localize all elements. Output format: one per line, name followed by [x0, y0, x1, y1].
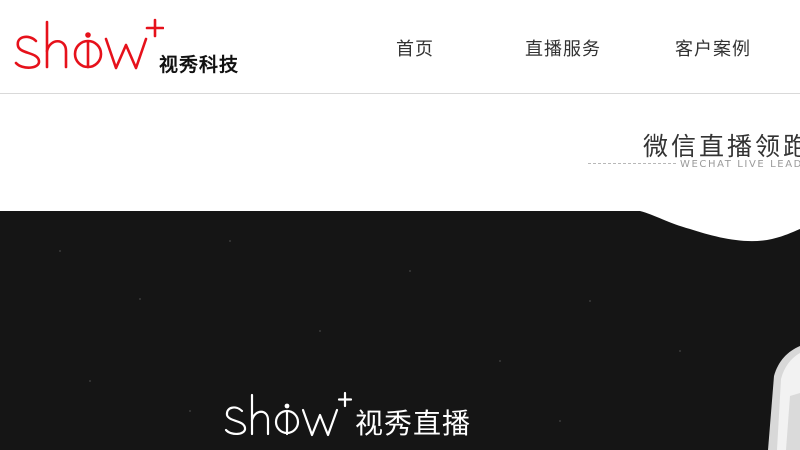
- section-title: 微信直播领跑: [643, 132, 800, 161]
- hero-logo: 视秀直播: [224, 389, 484, 443]
- nav-item-home[interactable]: 首页: [396, 35, 434, 61]
- hero-show-wordmark: [224, 391, 353, 437]
- hero-logo-subtitle: 视秀直播: [355, 407, 472, 440]
- section-divider: [588, 163, 676, 164]
- top-header: 视秀科技 首页 直播服务 客户案例: [0, 0, 800, 94]
- main-nav: 首页 直播服务 客户案例: [0, 0, 800, 93]
- nav-item-live-service[interactable]: 直播服务: [525, 35, 601, 61]
- hero-banner: 视秀直播: [0, 211, 800, 450]
- nav-item-client-cases[interactable]: 客户案例: [675, 35, 751, 61]
- section-subtitle: WECHAT LIVE LEADER: [680, 159, 800, 170]
